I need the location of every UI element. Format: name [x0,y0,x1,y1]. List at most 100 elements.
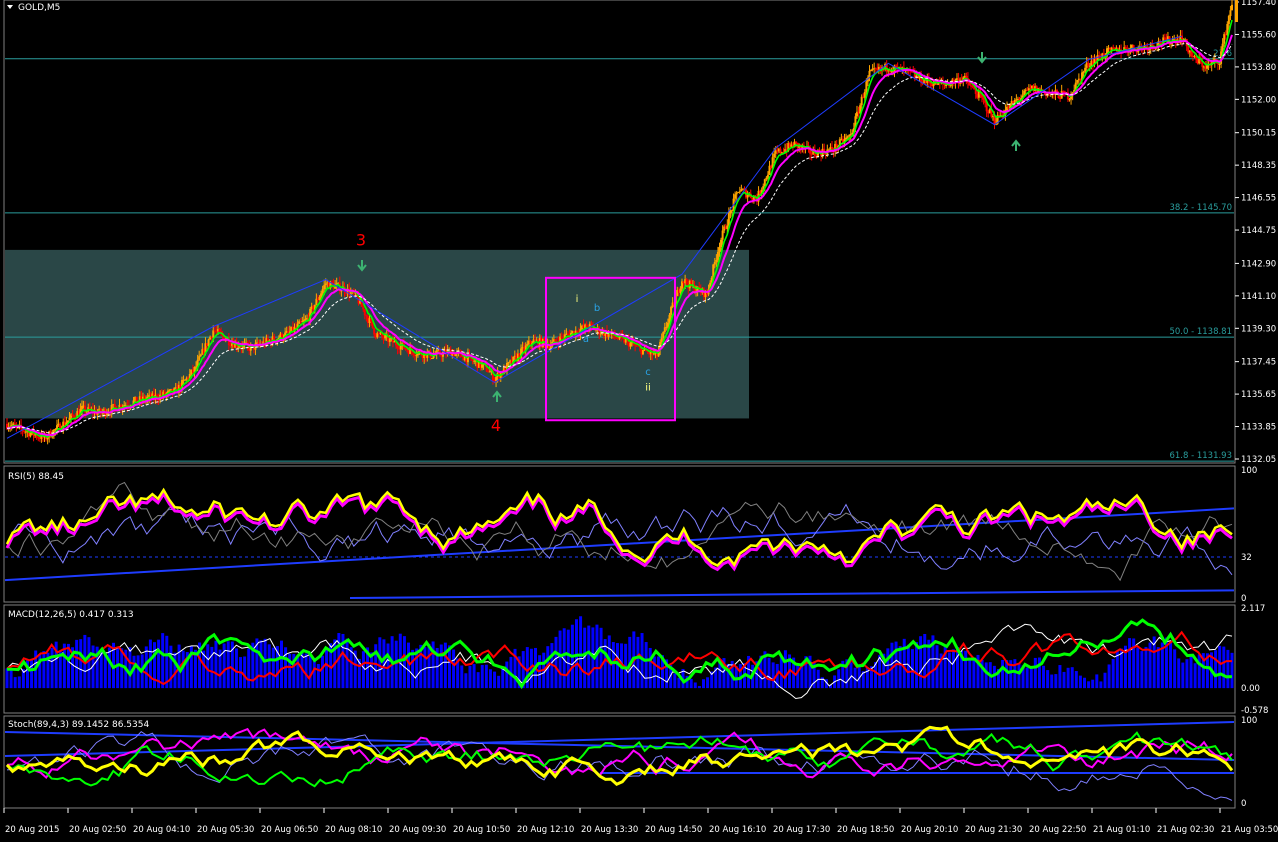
time-tick-label: 20 Aug 05:30 [197,825,254,835]
rsi-tick-label: 100 [1241,466,1257,476]
candle-body [266,338,269,341]
candle-body [616,338,619,340]
price-tick-label: 1139.30 [1241,324,1276,334]
candle-body [662,332,665,338]
candle-body [863,92,866,98]
candle-body [301,321,304,323]
candle-body [215,331,218,333]
candle-body [73,416,76,418]
time-tick-label: 20 Aug 14:50 [645,825,702,835]
candle-body [495,377,498,381]
time-tick-label: 20 Aug 22:50 [1029,825,1086,835]
caret-down-icon[interactable] [7,5,13,9]
rsi-axis: 100 32 0 [1241,466,1257,604]
candle-body [766,174,769,178]
candle-body [599,333,602,335]
candle-body [560,336,563,338]
candle-body [365,315,368,317]
time-tick-label: 21 Aug 02:30 [1157,825,1214,835]
candle-body [845,137,848,140]
candle-body [865,81,868,93]
time-tick-label: 20 Aug 08:10 [325,825,382,835]
time-tick-label: 20 Aug 12:10 [517,825,574,835]
candle-body [1229,10,1232,17]
price-tick-label: 1133.85 [1241,423,1276,433]
candle-body [396,345,399,349]
price-tick-label: 1155.60 [1241,30,1276,40]
macd-title: MACD(12,26,5) 0.417 0.313 [8,610,134,620]
candle-body [373,328,376,335]
candle-body [634,344,637,346]
candle-body [199,354,202,357]
fibo-label: 50.0 - 1138.81 [1169,327,1232,337]
stoch-trendline-2 [4,721,1235,757]
time-tick-label: 20 Aug 20:10 [901,825,958,835]
candle-body [713,261,716,265]
candle-body [660,337,663,342]
time-tick-label: 20 Aug 09:30 [389,825,446,835]
time-tick-label: 20 Aug 17:30 [773,825,830,835]
chart-title: GOLD,M5 [18,3,60,13]
price-tick-label: 1135.65 [1241,390,1276,400]
candle-body [734,194,737,199]
trading-chart[interactable]: 38.2 - 1145.70 50.0 - 1138.81 61.8 - 1131.… [0,0,1278,842]
candle-body [1029,88,1032,90]
candle-body [849,134,852,136]
time-tick-label: 20 Aug 2015 [5,825,59,835]
stochastic-panel[interactable]: Stoch(89,4,3) 89.1452 86.5354 100 0 [4,716,1257,809]
candle-body [932,84,935,87]
candle-body [945,85,948,87]
price-panel[interactable]: 38.2 - 1145.70 50.0 - 1138.81 61.8 - 1131.… [5,0,1276,465]
stoch-tick-label: 100 [1241,716,1257,726]
candle-body [362,306,365,310]
candle-body [198,356,201,360]
candle-body [218,329,221,332]
price-tick-label: 1144.75 [1241,226,1276,236]
candle-body [554,339,557,342]
time-tick-label: 20 Aug 18:50 [837,825,894,835]
candle-body [388,338,391,343]
wave-label-a: a [583,334,589,345]
price-tick-label: 1153.80 [1241,63,1276,73]
stoch-axis: 100 0 [1241,716,1257,809]
candle-body [1124,47,1127,50]
candle-body [324,283,327,286]
arrow-up-icon [1011,139,1021,151]
price-tick-label: 1148.35 [1241,161,1276,171]
rsi-tick-label: 32 [1241,553,1252,563]
rsi-trendline-low [349,589,1235,599]
price-axis: 1157.40 1155.60 1153.80 1152.00 1150.15 1148.… [1235,0,1276,465]
wave-label-b: b [594,303,600,314]
candle-body [363,309,366,316]
wave-label-i: i [576,294,579,305]
price-tick-label: 1157.40 [1241,0,1276,8]
candle-body [629,342,632,347]
current-price-marker [1235,0,1238,22]
candle-body [773,153,776,158]
macd-tick-label: 2.117 [1241,604,1265,614]
candle-body [1223,34,1226,44]
price-tick-label: 1146.55 [1241,194,1276,204]
candle-body [507,362,510,364]
time-tick-label: 20 Aug 13:30 [581,825,638,835]
candle-body [1087,62,1090,66]
wave-label-3: 3 [356,230,366,249]
macd-panel[interactable]: MACD(12,26,5) 0.417 0.313 2.117 0.00 -0.57… [5,604,1268,716]
candle-body [715,259,718,262]
candle-body [870,69,873,71]
rsi-panel[interactable]: RSI(5) 88.45 100 32 0 [4,466,1257,604]
candle-body [488,371,491,373]
candle-body [663,327,666,333]
candle-body [765,177,768,180]
candle-body [795,141,798,143]
time-tick-label: 20 Aug 04:10 [133,825,190,835]
price-tick-label: 1150.15 [1241,129,1276,139]
time-tick-label: 20 Aug 06:50 [261,825,318,835]
candle-body [848,135,851,137]
candle-body [846,136,849,138]
candle-body [321,289,324,294]
candle-body [195,366,198,368]
fibo-label: 38.2 - 1145.70 [1169,203,1232,213]
candle-body [763,179,766,187]
wave-label-4: 4 [491,416,501,435]
